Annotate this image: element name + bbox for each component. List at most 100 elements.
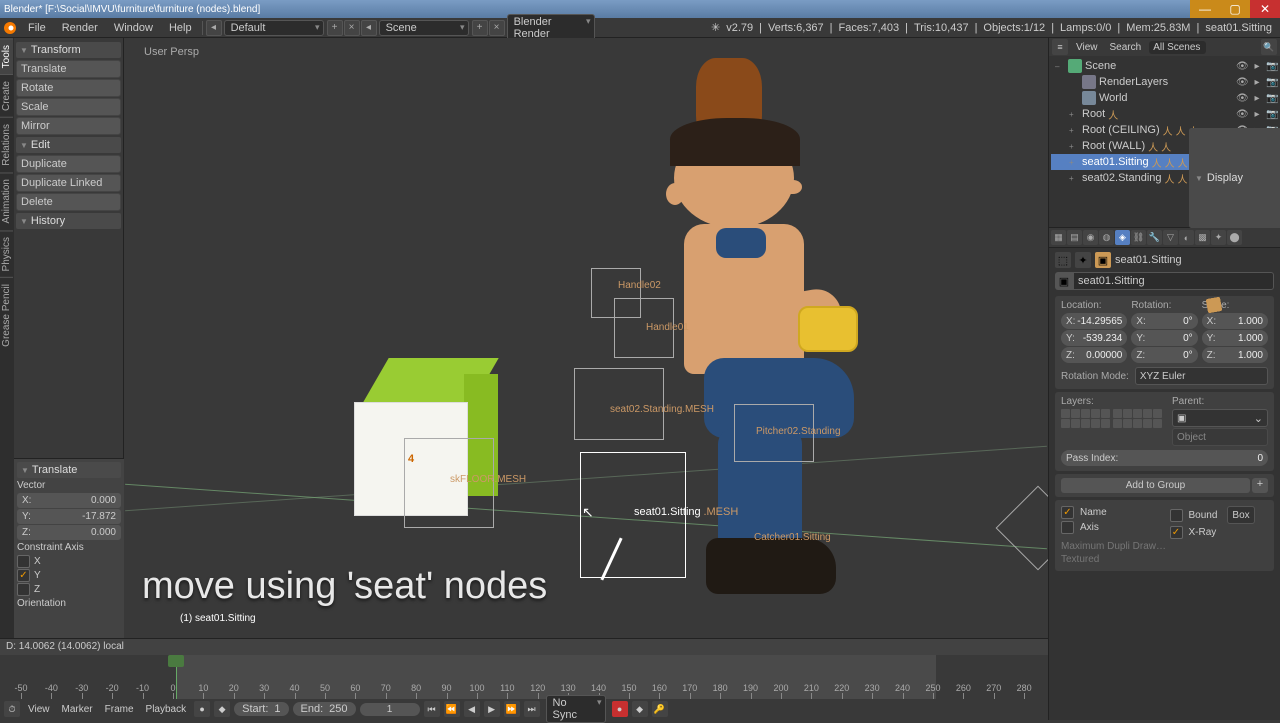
scale-y-field[interactable]: Y:1.000 bbox=[1202, 330, 1268, 346]
keyframe-next-button[interactable]: ⏩ bbox=[504, 701, 520, 717]
add-scene-button[interactable]: + bbox=[472, 20, 488, 36]
tab-material-icon[interactable]: ◐ bbox=[1179, 230, 1194, 245]
tab-world-icon[interactable]: ◍ bbox=[1099, 230, 1114, 245]
vector-x-field[interactable]: X:0.000 bbox=[17, 493, 121, 508]
rot-z-field[interactable]: Z:0° bbox=[1131, 347, 1197, 363]
object-icon[interactable]: ▣ bbox=[1095, 252, 1111, 268]
tree-row[interactable]: +Root人👁▸📷 bbox=[1051, 106, 1278, 122]
tab-scene-icon[interactable]: ◉ bbox=[1083, 230, 1098, 245]
add-to-group-button[interactable]: Add to Group bbox=[1061, 478, 1250, 493]
play-button[interactable]: ▶ bbox=[484, 701, 500, 717]
delete-button[interactable]: Delete bbox=[16, 193, 121, 211]
editor-type-button[interactable]: ⏱ bbox=[4, 701, 20, 717]
add-group-plus-button[interactable]: + bbox=[1252, 478, 1268, 493]
tl-view-menu[interactable]: View bbox=[24, 704, 54, 715]
tl-marker-menu[interactable]: Marker bbox=[58, 704, 97, 715]
duplicate-button[interactable]: Duplicate bbox=[16, 155, 121, 173]
loc-y-field[interactable]: Y:-539.234 bbox=[1061, 330, 1127, 346]
loc-z-field[interactable]: Z:0.00000 bbox=[1061, 347, 1127, 363]
armature-icon[interactable]: ✦ bbox=[1075, 252, 1091, 268]
keying-button[interactable]: ◆ bbox=[632, 701, 648, 717]
loc-x-field[interactable]: X:-14.29565 bbox=[1061, 313, 1127, 329]
layers-widget[interactable] bbox=[1061, 409, 1162, 428]
outliner-view-menu[interactable]: View bbox=[1072, 42, 1102, 53]
scale-x-field[interactable]: X:1.000 bbox=[1202, 313, 1268, 329]
mirror-button[interactable]: Mirror bbox=[16, 117, 121, 135]
translate-button[interactable]: Translate bbox=[16, 60, 121, 78]
parent-field[interactable]: ▣ ⌄ bbox=[1172, 409, 1268, 427]
auto-keyframe-button[interactable]: ● bbox=[194, 701, 210, 717]
display-xray-check[interactable]: ✓X-Ray bbox=[1170, 526, 1269, 539]
end-frame-field[interactable]: End:250 bbox=[293, 702, 356, 716]
datablock-icon[interactable]: ▣ bbox=[1055, 272, 1073, 290]
tab-object-icon[interactable]: ◈ bbox=[1115, 230, 1130, 245]
current-frame-field[interactable]: 1 bbox=[360, 703, 420, 716]
keying-set-button[interactable]: 🔑 bbox=[652, 701, 668, 717]
rot-x-field[interactable]: X:0° bbox=[1131, 313, 1197, 329]
rot-y-field[interactable]: Y:0° bbox=[1131, 330, 1197, 346]
tab-create[interactable]: Create bbox=[0, 74, 13, 117]
tab-grease-pencil[interactable]: Grease Pencil bbox=[0, 277, 13, 353]
tab-animation[interactable]: Animation bbox=[0, 172, 13, 229]
tab-relations[interactable]: Relations bbox=[0, 117, 13, 172]
record-button[interactable]: ● bbox=[612, 701, 628, 717]
scene-icon[interactable]: ⬚ bbox=[1055, 252, 1071, 268]
restore-button[interactable]: ▢ bbox=[1220, 0, 1250, 18]
duplicate-linked-button[interactable]: Duplicate Linked bbox=[16, 174, 121, 192]
tab-particles-icon[interactable]: ✦ bbox=[1211, 230, 1226, 245]
scale-z-field[interactable]: Z:1.000 bbox=[1202, 347, 1268, 363]
tab-physics[interactable]: Physics bbox=[0, 230, 13, 277]
display-bound-check[interactable]: BoundBox bbox=[1170, 506, 1269, 524]
tl-playback-menu[interactable]: Playback bbox=[142, 704, 191, 715]
tab-modifiers-icon[interactable]: 🔧 bbox=[1147, 230, 1162, 245]
blender-icon[interactable] bbox=[0, 18, 20, 38]
pass-index-field[interactable]: Pass Index:0 bbox=[1061, 450, 1268, 466]
vector-y-field[interactable]: Y:-17.872 bbox=[17, 509, 121, 524]
editor-type-icon[interactable]: ≡ bbox=[1052, 39, 1068, 55]
tab-constraints-icon[interactable]: ⛓ bbox=[1131, 230, 1146, 245]
menu-help[interactable]: Help bbox=[161, 22, 200, 34]
tl-frame-menu[interactable]: Frame bbox=[101, 704, 138, 715]
minimize-button[interactable]: — bbox=[1190, 0, 1220, 18]
close-button[interactable]: ✕ bbox=[1250, 0, 1280, 18]
keyframe-prev-button[interactable]: ⏪ bbox=[444, 701, 460, 717]
jump-start-button[interactable]: ⏮ bbox=[424, 701, 440, 717]
vector-z-field[interactable]: Z:0.000 bbox=[17, 525, 121, 540]
jump-end-button[interactable]: ⏭ bbox=[524, 701, 540, 717]
tree-row[interactable]: –Scene👁▸📷 bbox=[1051, 58, 1278, 74]
menu-file[interactable]: File bbox=[20, 22, 54, 34]
outliner-search-menu[interactable]: Search bbox=[1106, 42, 1146, 53]
tab-texture-icon[interactable]: ▩ bbox=[1195, 230, 1210, 245]
scene-browse-button[interactable]: ◂ bbox=[361, 20, 377, 36]
start-frame-field[interactable]: Start:1 bbox=[234, 702, 288, 716]
tab-physics-icon[interactable]: ⬤ bbox=[1227, 230, 1242, 245]
scene-select[interactable]: Scene bbox=[379, 20, 469, 36]
tab-data-icon[interactable]: ▽ bbox=[1163, 230, 1178, 245]
screen-layout-select[interactable]: Default bbox=[224, 20, 324, 36]
display-axis-check[interactable]: Axis bbox=[1061, 521, 1160, 534]
add-layout-button[interactable]: + bbox=[327, 20, 343, 36]
object-name-field[interactable] bbox=[1073, 272, 1274, 290]
rotation-mode-select[interactable]: XYZ Euler bbox=[1135, 367, 1268, 385]
constraint-z-check[interactable]: Z bbox=[17, 583, 121, 596]
menu-render[interactable]: Render bbox=[54, 22, 106, 34]
outliner-filter-select[interactable]: All Scenes bbox=[1149, 41, 1206, 54]
sync-mode-select[interactable]: No Sync bbox=[546, 695, 606, 723]
edit-header[interactable]: Edit bbox=[16, 137, 121, 153]
transform-header[interactable]: Transform bbox=[16, 42, 121, 58]
del-layout-button[interactable]: × bbox=[344, 20, 360, 36]
scale-button[interactable]: Scale bbox=[16, 98, 121, 116]
3d-viewport[interactable]: User Persp 4 skFLOOR.MESH Handle02 Handl… bbox=[124, 38, 1048, 638]
tab-render-layers-icon[interactable]: ▤ bbox=[1067, 230, 1082, 245]
rotate-button[interactable]: Rotate bbox=[16, 79, 121, 97]
tab-tools[interactable]: Tools bbox=[0, 38, 13, 74]
search-icon[interactable]: 🔍 bbox=[1261, 39, 1277, 55]
keyframe-type-button[interactable]: ◆ bbox=[214, 701, 230, 717]
constraint-x-check[interactable]: X bbox=[17, 555, 121, 568]
history-header[interactable]: History bbox=[16, 213, 121, 229]
display-name-check[interactable]: ✓Name bbox=[1061, 506, 1160, 519]
constraint-y-check[interactable]: ✓Y bbox=[17, 569, 121, 582]
menu-window[interactable]: Window bbox=[106, 22, 161, 34]
playhead[interactable] bbox=[176, 655, 177, 699]
operator-title[interactable]: Translate bbox=[17, 462, 121, 478]
